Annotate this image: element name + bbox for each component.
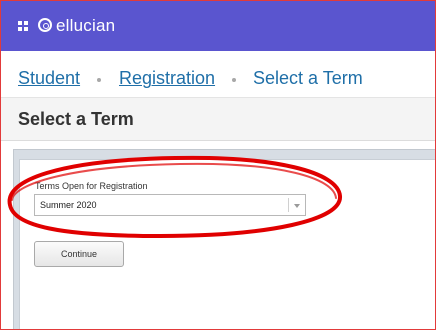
- breadcrumb-registration-link[interactable]: Registration: [119, 68, 215, 89]
- breadcrumb-student-link[interactable]: Student: [18, 68, 80, 89]
- ellucian-logo-icon: [38, 18, 52, 32]
- terms-field-label: Terms Open for Registration: [35, 181, 148, 191]
- page-title: Select a Term: [18, 109, 134, 129]
- chevron-down-icon[interactable]: [294, 204, 300, 208]
- breadcrumb-separator: [97, 78, 101, 82]
- brand-name[interactable]: ellucian: [56, 16, 115, 36]
- app-frame: ellucian Student Registration Select a T…: [0, 0, 436, 330]
- breadcrumb: Student Registration Select a Term: [1, 51, 435, 98]
- breadcrumb-current-page: Select a Term: [253, 68, 363, 88]
- continue-button[interactable]: Continue: [34, 241, 124, 267]
- select-divider: [288, 198, 289, 212]
- top-navigation-bar: ellucian: [1, 1, 435, 51]
- term-select-value: Summer 2020: [40, 200, 97, 210]
- page-title-bar: Select a Term: [1, 98, 435, 141]
- grid-menu-icon[interactable]: [18, 21, 28, 31]
- breadcrumb-separator: [232, 78, 236, 82]
- term-select-dropdown[interactable]: Summer 2020: [34, 194, 306, 216]
